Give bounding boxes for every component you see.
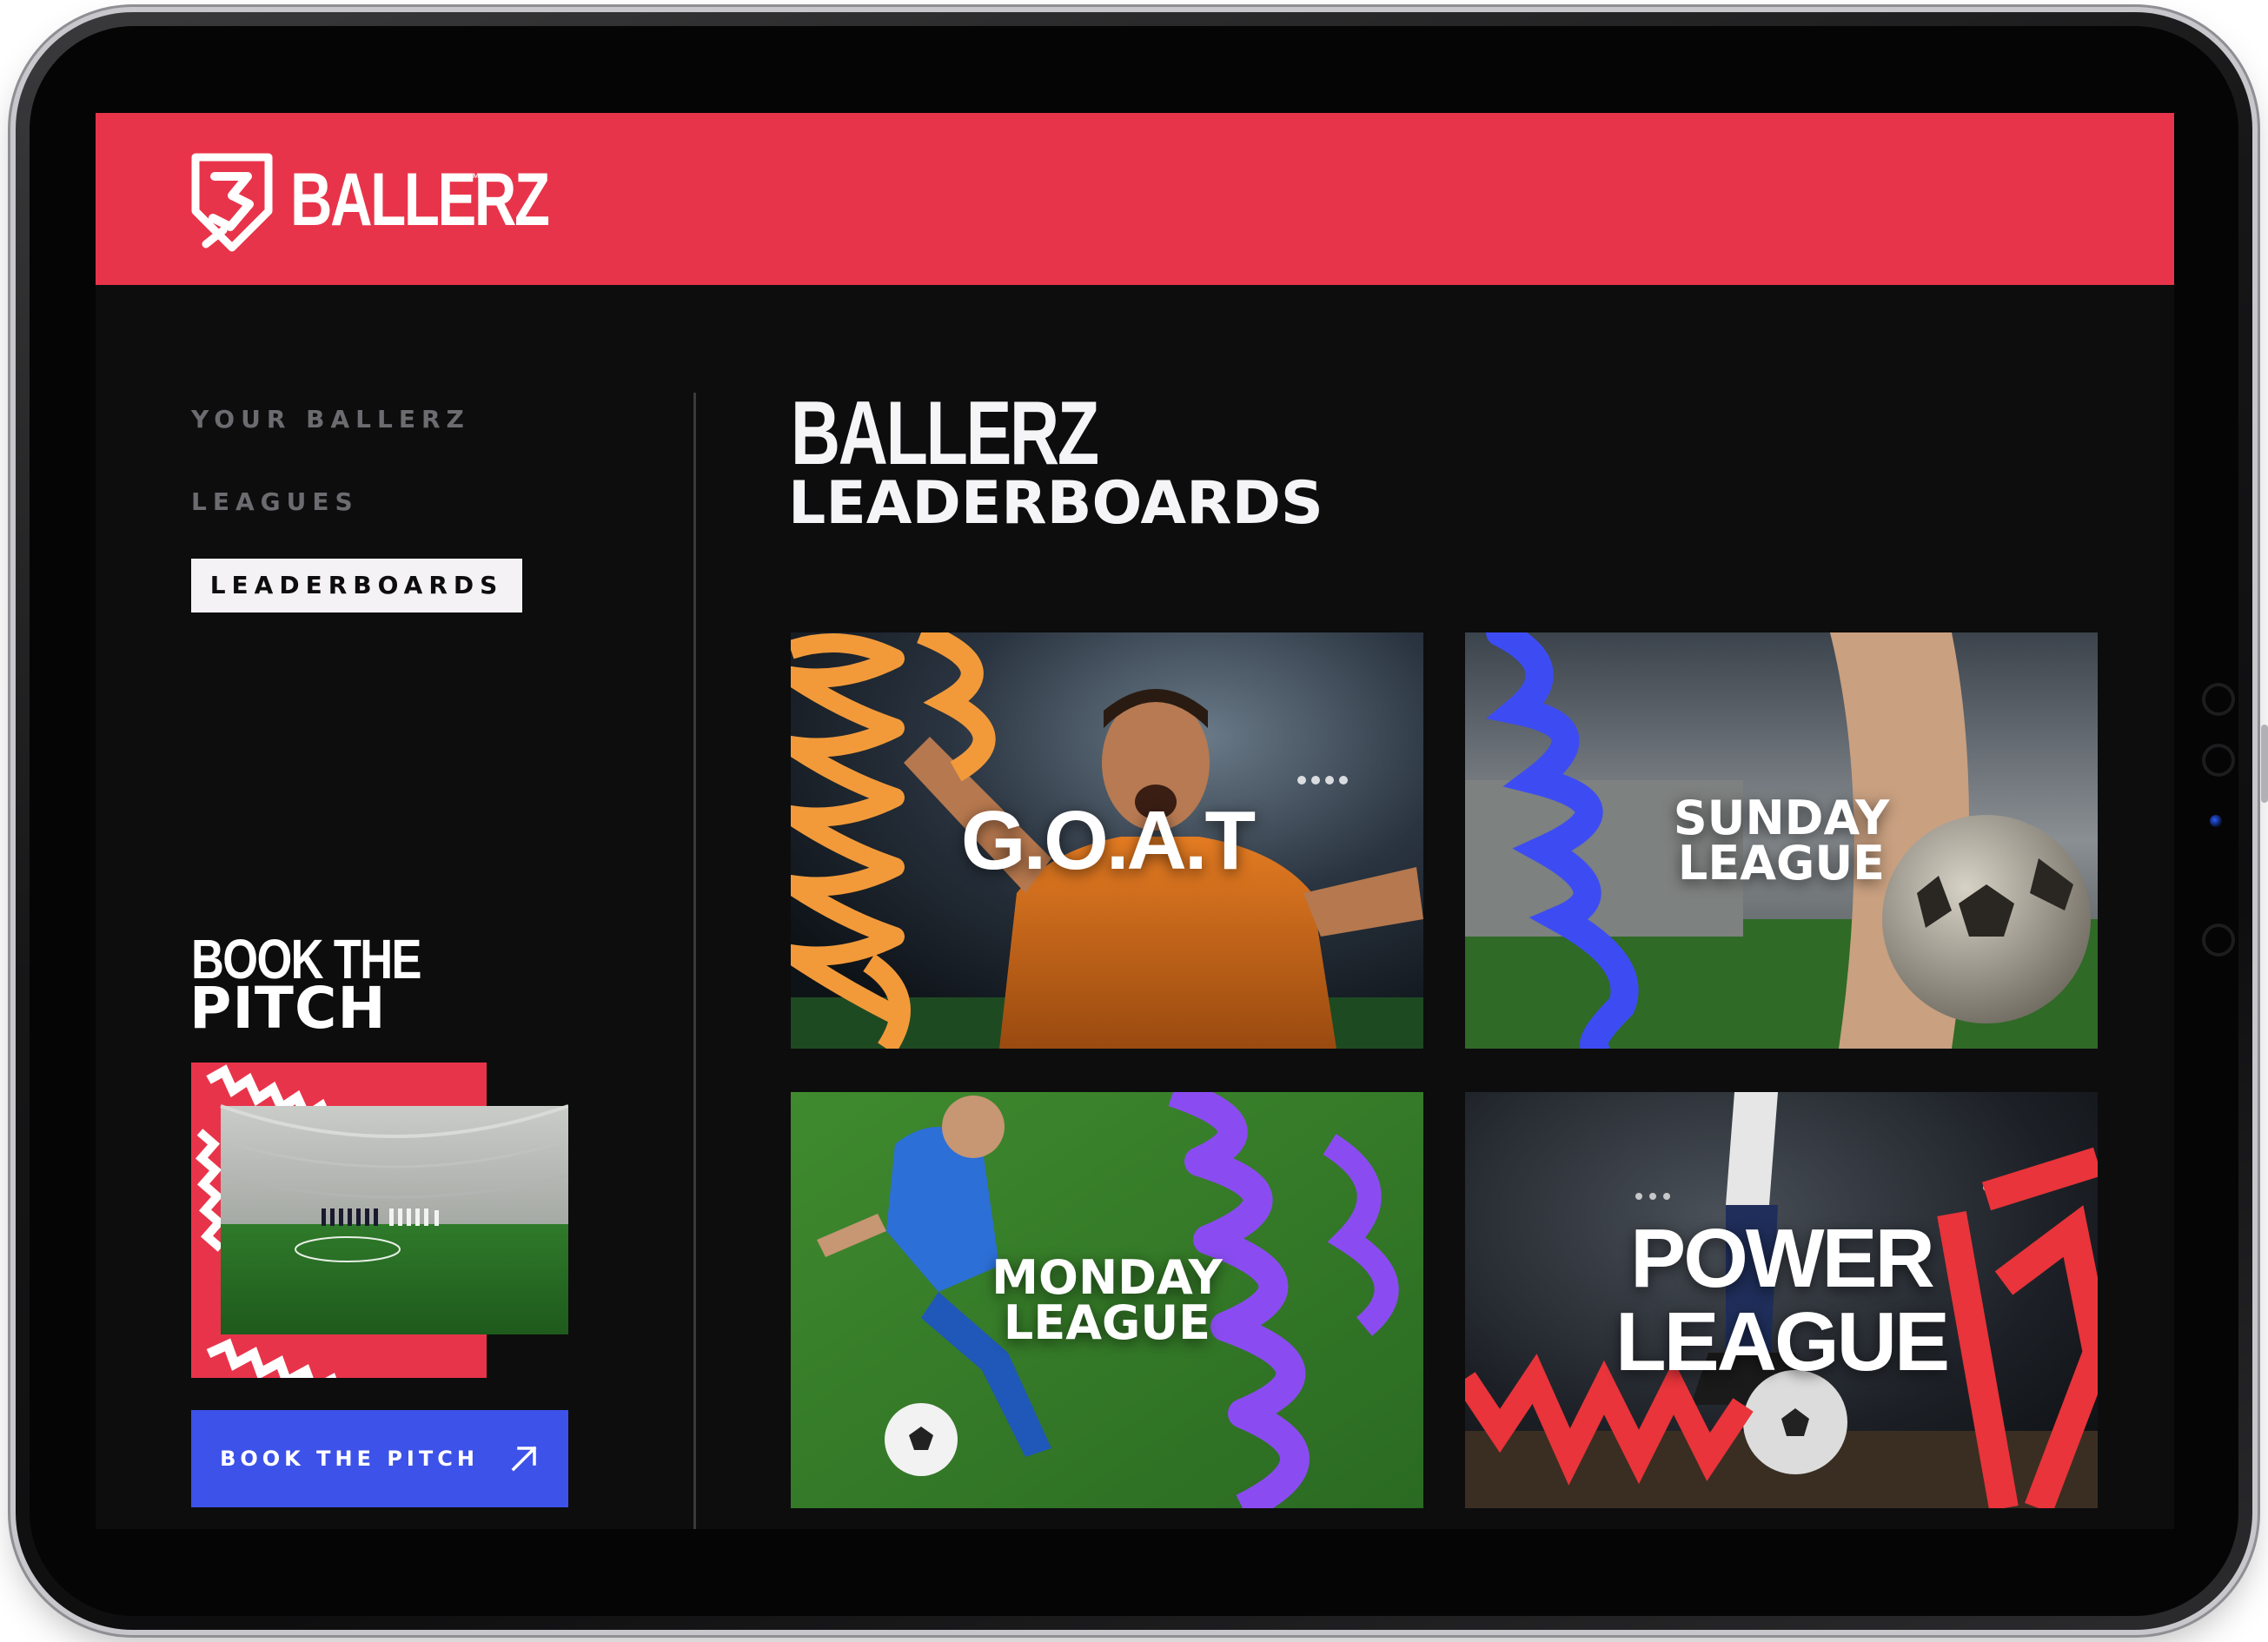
- card-label-sunday-league-line2: LEAGUE: [1677, 835, 1886, 891]
- leaderboard-card-sunday-league[interactable]: SUNDAY LEAGUE: [1465, 632, 2098, 1049]
- pitch-photo-card[interactable]: [191, 1063, 569, 1409]
- card-label-sunday-league: SUNDAY LEAGUE: [1465, 794, 2098, 886]
- side-sensor: [2202, 924, 2235, 957]
- page-title-line1: BALLERZ: [791, 383, 1099, 484]
- book-the-pitch-button-label: BOOK THE PITCH: [220, 1447, 479, 1471]
- nav-item-your-ballerz[interactable]: YOUR BALLERZ: [191, 405, 470, 434]
- volume-button: [2261, 725, 2268, 803]
- leaderboard-card-monday-league[interactable]: MONDAY LEAGUE: [791, 1092, 1423, 1508]
- top-bar: BALLERZ ™: [96, 113, 2174, 285]
- app-screen: BALLERZ ™ YOUR BALLERZ LEAGUES LEADERBOA…: [96, 113, 2174, 1529]
- ballerz-shield-logo-icon[interactable]: [189, 150, 275, 255]
- side-sensor: [2202, 683, 2235, 716]
- brand-wordmark[interactable]: BALLERZ: [290, 156, 550, 243]
- section-divider: [693, 393, 696, 1529]
- leaderboard-card-goat[interactable]: G.O.A.T: [791, 632, 1423, 1049]
- card-label-monday-league: MONDAY LEAGUE: [791, 1254, 1423, 1346]
- nav-item-leagues[interactable]: LEAGUES: [191, 487, 359, 516]
- trademark-symbol: ™: [468, 170, 480, 184]
- leaderboard-card-power-league[interactable]: POWER LEAGUE: [1465, 1092, 2098, 1508]
- book-heading-line2: PITCH: [189, 975, 387, 1042]
- pitch-image: [191, 1063, 569, 1409]
- card-label-power-league: POWER LEAGUE: [1615, 1211, 1950, 1388]
- page-title-line2: LEADERBOARDS: [788, 469, 1323, 538]
- card-label-goat: G.O.A.T: [960, 793, 1256, 887]
- book-the-pitch-button[interactable]: BOOK THE PITCH: [191, 1410, 568, 1507]
- nav-item-leaderboards[interactable]: LEADERBOARDS: [191, 559, 522, 612]
- arrow-up-right-icon: [511, 1446, 537, 1472]
- side-sensor: [2202, 744, 2235, 777]
- camera-icon: [2210, 815, 2222, 827]
- card-label-monday-league-line2: LEAGUE: [1003, 1294, 1211, 1350]
